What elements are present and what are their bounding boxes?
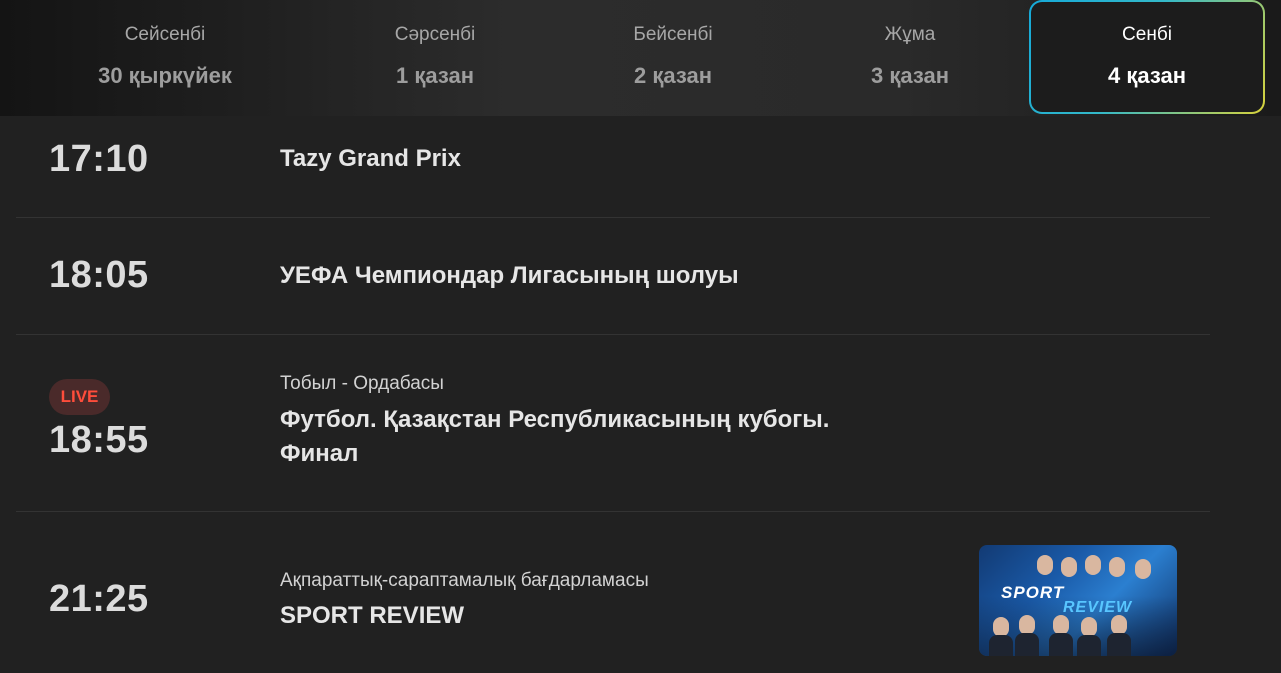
day-tab-tuesday[interactable]: Сейсенбі 30 қыркүйек [47, 0, 283, 116]
schedule-row[interactable]: 18:05 УЕФА Чемпиондар Лигасының шолуы [16, 218, 1210, 335]
presenter-figure [1015, 633, 1039, 656]
presenter-figure [1111, 615, 1127, 635]
presenter-figure [1081, 617, 1097, 637]
day-name: Бейсенбі [633, 24, 713, 45]
program-time: 21:25 [49, 578, 149, 620]
day-tab-friday[interactable]: Жұма 3 қазан [792, 0, 1028, 116]
presenter-figure [1019, 615, 1035, 635]
day-name: Жұма [884, 24, 936, 45]
day-name: Сейсенбі [124, 24, 206, 45]
program-title[interactable]: Футбол. Қазақстан Республикасының кубогы… [280, 403, 920, 471]
schedule-row[interactable]: 17:10 Tazy Grand Prix [16, 116, 1210, 218]
schedule-row[interactable]: 21:25 Ақпараттық-сараптамалық бағдарлама… [16, 512, 1210, 673]
day-tab-saturday-active[interactable]: Сенбі 4 қазан [1029, 0, 1265, 114]
schedule-row-live[interactable]: LIVE 18:55 Тобыл - Ордабасы Футбол. Қаза… [16, 335, 1210, 512]
day-date: 4 қазан [1107, 63, 1187, 88]
presenter-figure [1049, 633, 1073, 656]
presenter-figure [1109, 557, 1125, 577]
presenter-figure [1085, 555, 1101, 575]
program-subtitle: Ақпараттық-сараптамалық бағдарламасы [280, 570, 649, 591]
program-time: 18:05 [49, 254, 149, 296]
presenter-figure [1135, 559, 1151, 579]
program-subtitle: Тобыл - Ордабасы [280, 373, 444, 394]
thumbnail-logo-text: REVIEW [1063, 599, 1133, 616]
thumbnail-logo-text: SPORT [1001, 583, 1065, 602]
presenter-figure [1107, 633, 1131, 656]
program-title[interactable]: SPORT REVIEW [280, 599, 920, 633]
day-tab-wednesday[interactable]: Сәрсенбі 1 қазан [317, 0, 553, 116]
live-badge: LIVE [49, 379, 110, 415]
presenter-figure [1061, 557, 1077, 577]
program-time: 18:55 [49, 419, 149, 461]
presenter-figure [1037, 555, 1053, 575]
presenter-figure [993, 617, 1009, 637]
program-time: 17:10 [49, 138, 149, 180]
day-date: 2 қазан [633, 63, 713, 88]
day-date: 3 қазан [870, 63, 950, 88]
day-tab-thursday[interactable]: Бейсенбі 2 қазан [555, 0, 791, 116]
presenter-figure [989, 635, 1013, 656]
program-title-line2: Финал [280, 440, 359, 467]
day-date: 30 қыркүйек [98, 63, 232, 88]
program-title[interactable]: Tazy Grand Prix [280, 142, 920, 176]
day-date: 1 қазан [395, 63, 475, 88]
program-thumbnail[interactable]: SPORT REVIEW [979, 545, 1177, 656]
day-selector: Сейсенбі 30 қыркүйек Сәрсенбі 1 қазан Бе… [0, 0, 1281, 116]
program-title[interactable]: УЕФА Чемпиондар Лигасының шолуы [280, 259, 920, 293]
program-title-line1: Футбол. Қазақстан Республикасының кубогы… [280, 406, 830, 433]
presenter-figure [1053, 615, 1069, 635]
presenter-figure [1077, 635, 1101, 656]
day-name: Сәрсенбі [394, 24, 476, 45]
day-name: Сенбі [1122, 24, 1172, 45]
